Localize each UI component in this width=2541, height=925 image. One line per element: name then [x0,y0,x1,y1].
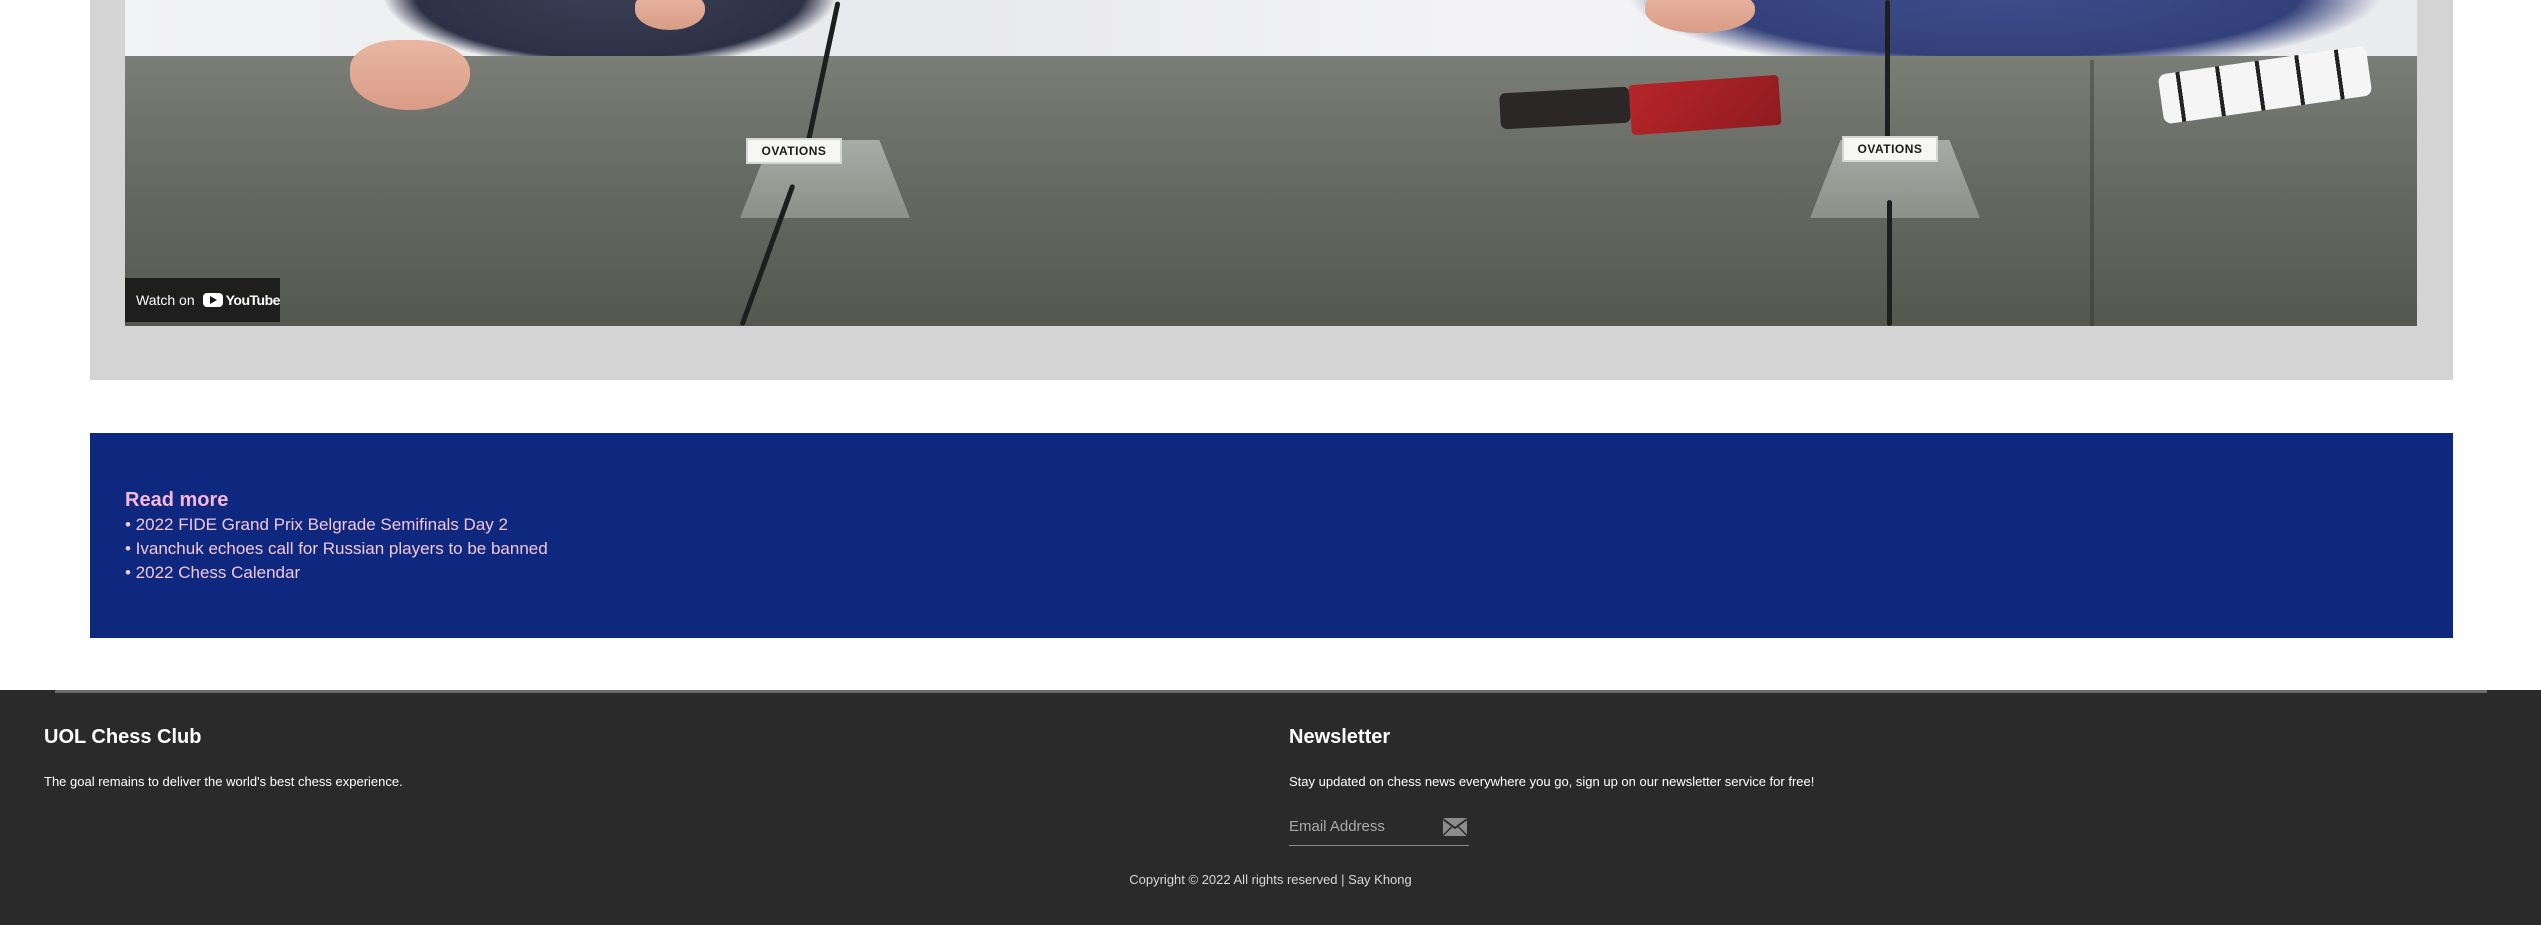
email-input[interactable] [1289,818,1429,835]
read-more-link[interactable]: • 2022 FIDE Grand Prix Belgrade Semifina… [125,513,2453,537]
club-title: UOL Chess Club [44,726,202,748]
video-phone [1499,86,1631,130]
copyright-text: Copyright © 2022 All rights reserved | S… [1129,872,1412,887]
envelope-icon[interactable] [1441,816,1469,838]
mic-cable [1887,200,1892,326]
video-section: OVATIONS OVATIONS Watch on YouTube [90,0,2453,380]
video-hand [350,40,470,110]
watch-on-label: Watch on [136,292,195,308]
youtube-logo: YouTube [202,292,281,308]
youtube-play-icon [202,293,223,307]
site-footer: UOL Chess Club The goal remains to deliv… [0,690,2541,925]
table-fold [2090,60,2094,326]
read-more-title: Read more [125,489,229,511]
video-player[interactable]: OVATIONS OVATIONS Watch on YouTube [125,0,2417,326]
read-more-section: Read more • 2022 FIDE Grand Prix Belgrad… [90,433,2453,638]
newsletter-form [1289,808,1469,846]
read-more-link[interactable]: • 2022 Chess Calendar [125,561,2453,585]
footer-divider [55,690,2487,693]
newsletter-title: Newsletter [1289,726,1391,748]
read-more-link[interactable]: • Ivanchuk echoes call for Russian playe… [125,537,2453,561]
video-table [125,56,2417,326]
watch-on-youtube-button[interactable]: Watch on YouTube [125,278,280,322]
video-red-card [1628,74,1782,136]
newsletter-description: Stay updated on chess news everywhere yo… [1289,774,1815,789]
club-tagline: The goal remains to deliver the world's … [44,774,403,789]
youtube-wordmark: YouTube [225,292,281,308]
mic-label: OVATIONS [746,138,842,164]
mic-label: OVATIONS [1842,136,1938,162]
